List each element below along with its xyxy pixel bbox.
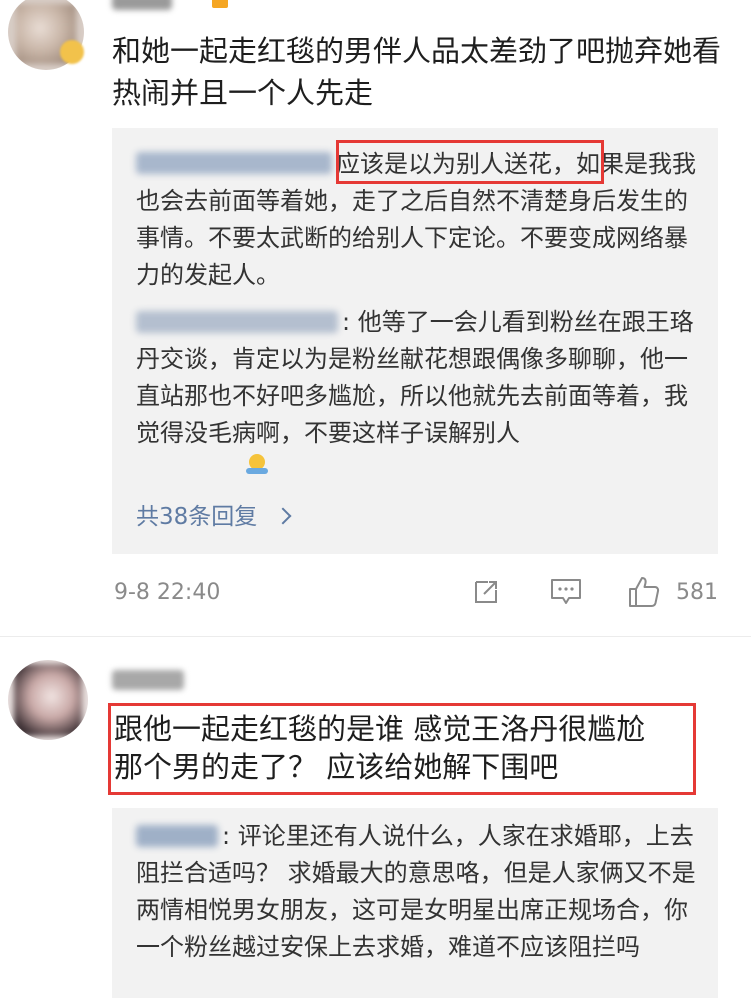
- share-button[interactable]: [470, 576, 502, 608]
- reply-item[interactable]: : 评论里还有人说什么，人家在求婚耶，上去阻拦合适吗？ 求婚最大的意思咯，但是人…: [136, 818, 696, 966]
- share-icon: [475, 581, 497, 603]
- comment1-username-blurred[interactable]: [112, 0, 172, 10]
- highlight-box: [336, 140, 604, 184]
- reply-username-blurred[interactable]: [136, 152, 332, 174]
- like-button[interactable]: [626, 574, 662, 610]
- more-replies-label: 共38条回复: [136, 504, 258, 530]
- comment2-avatar[interactable]: [8, 660, 88, 740]
- more-replies-link[interactable]: 共38条回复: [136, 500, 292, 534]
- comment2-username-blurred[interactable]: [112, 670, 184, 690]
- reply-text: : 评论里还有人说什么，人家在求婚耶，上去阻拦合适吗？ 求婚最大的意思咯，但是人…: [136, 822, 696, 961]
- avatar-verified-badge-icon: [60, 40, 84, 64]
- comment-divider: [0, 636, 751, 637]
- comment1-text: 和她一起走红毯的男伴人品太差劲了吧抛弃她看热闹并且一个人先走: [112, 34, 722, 110]
- shrug-emoji-icon: [244, 452, 270, 476]
- reply-comment-button[interactable]: [549, 576, 583, 608]
- vip-badge-icon: [212, 0, 228, 8]
- user-avatar-blurred-icon: [14, 664, 82, 736]
- like-count: 581: [676, 580, 718, 605]
- chevron-right-icon: [274, 507, 292, 524]
- reply-username-blurred[interactable]: [136, 311, 338, 333]
- reply-username-blurred[interactable]: [136, 825, 218, 847]
- comment1-timestamp: 9-8 22:40: [114, 580, 221, 605]
- thumbs-up-icon: [629, 577, 660, 607]
- comment-icon: [551, 579, 581, 604]
- highlight-box: [108, 703, 696, 795]
